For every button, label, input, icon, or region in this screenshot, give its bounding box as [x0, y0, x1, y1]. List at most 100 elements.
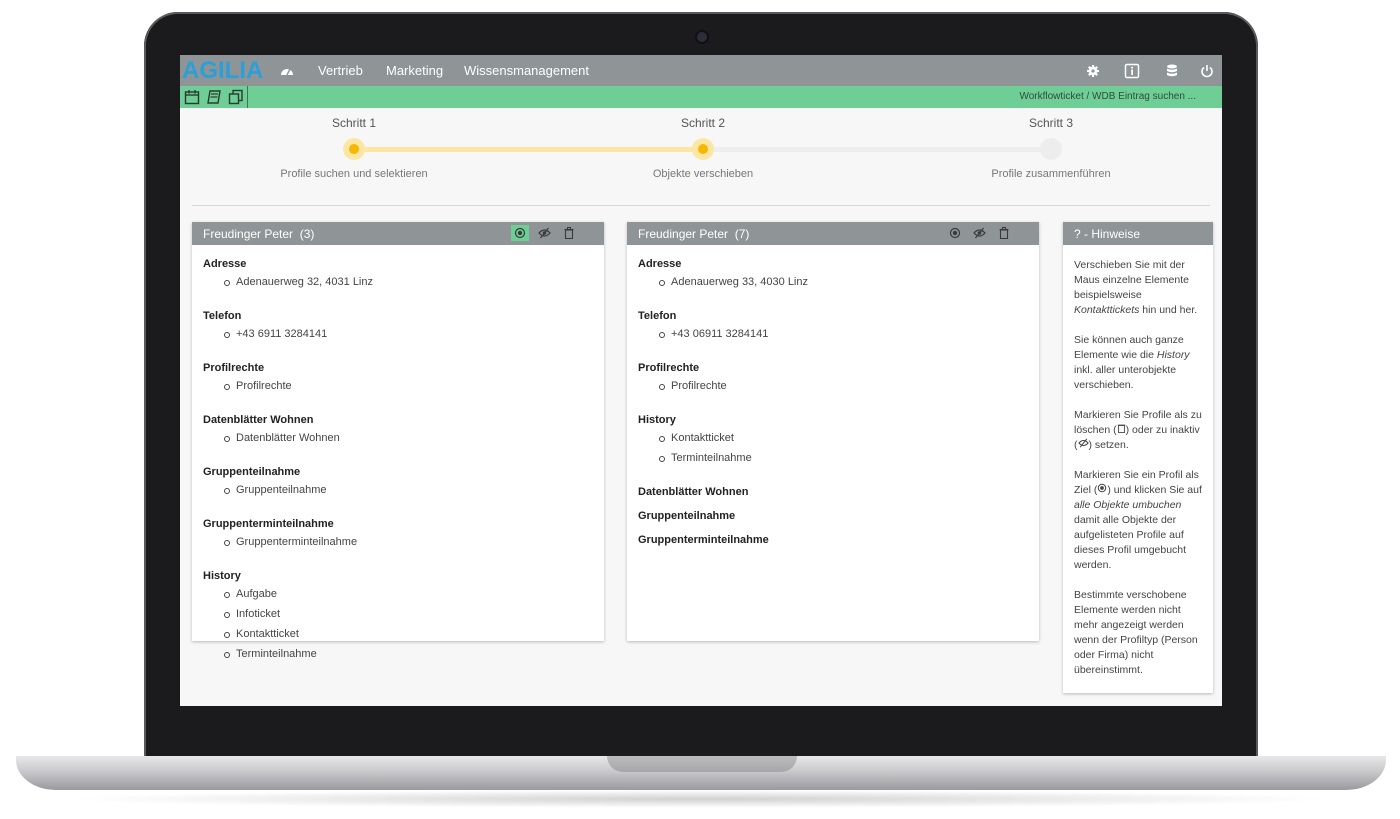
inactive-profile-toggle[interactable] — [536, 225, 554, 241]
section-title[interactable]: Adresse — [203, 258, 593, 274]
hint-paragraph: Bestimmte verschobene Elemente werden ni… — [1074, 589, 1198, 676]
step-progress-line-complete — [354, 147, 703, 152]
hints-body: Verschieben Sie mit der Maus einzelne El… — [1063, 245, 1213, 703]
step-3-indicator[interactable] — [1040, 138, 1062, 160]
section-title[interactable]: Gruppenterminteilnahme — [203, 518, 593, 534]
list-item[interactable]: Profilrechte — [224, 380, 593, 400]
stepper-divider — [192, 205, 1210, 206]
list-item[interactable]: Infoticket — [224, 608, 593, 628]
power-icon[interactable] — [1199, 63, 1215, 79]
section-item-list: Aufgabe Infoticket Kontaktticket Terminteil… — [224, 588, 593, 668]
hints-title: ? - Hinweise — [1074, 227, 1141, 241]
section-item-list: Profilrechte — [224, 380, 593, 400]
list-item[interactable]: Kontaktticket — [659, 432, 1028, 452]
list-item[interactable]: Profilrechte — [659, 380, 1028, 400]
dashboard-icon[interactable] — [280, 65, 294, 76]
profile-panel-body: Adresse Adenauerweg 33, 4030 Linz Telefon +… — [627, 245, 1039, 568]
list-item[interactable]: Adenauerweg 32, 4031 Linz — [224, 276, 593, 296]
step-1-title: Schritt 1 — [331, 116, 376, 130]
section-title[interactable]: Datenblätter Wohnen — [203, 414, 593, 430]
section-title[interactable]: Adresse — [638, 258, 1028, 274]
profile-count: (3) — [299, 227, 315, 241]
hints-panel-header: ? - Hinweise — [1063, 222, 1213, 245]
list-item[interactable]: Terminteilnahme — [224, 648, 593, 668]
section-title[interactable]: History — [203, 570, 593, 586]
target-profile-toggle[interactable] — [511, 225, 530, 241]
section-title[interactable]: Gruppenterminteilnahme — [638, 534, 1028, 550]
eye-slash-icon — [973, 227, 986, 239]
delete-profile-toggle[interactable] — [560, 225, 578, 241]
section-title[interactable]: Gruppenteilnahme — [638, 510, 1028, 526]
step-2-indicator[interactable] — [692, 138, 714, 160]
hint-paragraph: Markieren Sie ein Profil als Ziel () und… — [1074, 469, 1202, 571]
section-title[interactable]: Telefon — [203, 310, 593, 326]
section-item-list: Kontaktticket Terminteilnahme — [659, 432, 1028, 472]
section-title[interactable]: Profilrechte — [203, 362, 593, 378]
step-3-title: Schritt 3 — [1028, 116, 1073, 130]
profile-name: Freudinger Peter — [638, 227, 729, 241]
book-icon[interactable] — [206, 89, 222, 105]
list-item[interactable]: Datenblätter Wohnen — [224, 432, 593, 452]
profile-panel-2[interactable]: Freudinger Peter (7) Adresse Adenauerweg … — [627, 222, 1039, 641]
section-title[interactable]: History — [638, 414, 1028, 430]
action-toolbar: Workflowticket / WDB Eintrag suchen ... — [180, 86, 1222, 108]
target-icon — [515, 227, 526, 239]
profile-panel-header: Freudinger Peter (3) — [192, 222, 604, 245]
info-icon[interactable] — [1124, 63, 1140, 79]
profile-panel-1[interactable]: Freudinger Peter (3) Adresse Adenauerweg … — [192, 222, 604, 660]
list-item[interactable]: Gruppenteilnahme — [224, 484, 593, 504]
list-item[interactable]: Terminteilnahme — [659, 452, 1028, 472]
step-progress-line-pending — [703, 147, 1051, 152]
profile-panel-header: Freudinger Peter (7) — [627, 222, 1039, 245]
laptop-shadow — [60, 790, 1340, 808]
hint-paragraph: Verschieben Sie mit der Maus einzelne El… — [1074, 259, 1198, 316]
section-item-list: +43 6911 3284141 — [224, 328, 593, 348]
copy-icon[interactable] — [228, 89, 244, 105]
list-item[interactable]: Adenauerweg 33, 4030 Linz — [659, 276, 1028, 296]
section-item-list: Adenauerweg 32, 4031 Linz — [224, 276, 593, 296]
nav-vertrieb[interactable]: Vertrieb — [318, 63, 363, 78]
step-3-description: Profile zusammenführen — [991, 168, 1111, 180]
trash-icon — [564, 227, 574, 240]
profile-name: Freudinger Peter — [203, 227, 294, 241]
section-item-list: Gruppenteilnahme — [224, 484, 593, 504]
hint-paragraph: Sie können auch ganze Elemente wie die H… — [1074, 334, 1190, 391]
app-logo[interactable]: AGILIA — [182, 57, 263, 85]
top-navbar: AGILIA Vertrieb Marketing Wissensmanagem… — [180, 55, 1222, 86]
nav-wissensmanagement[interactable]: Wissensmanagement — [464, 63, 589, 78]
step-2-title: Schritt 2 — [680, 116, 725, 130]
section-item-list: +43 06911 3284141 — [659, 328, 1028, 348]
inactive-profile-toggle[interactable] — [971, 225, 989, 241]
profile-count: (7) — [734, 227, 750, 241]
toolbar-separator — [247, 86, 248, 108]
webcam — [697, 32, 707, 42]
list-item[interactable]: +43 06911 3284141 — [659, 328, 1028, 348]
delete-profile-toggle[interactable] — [995, 225, 1013, 241]
database-icon[interactable] — [1164, 63, 1180, 79]
trash-icon — [1117, 424, 1125, 434]
list-item[interactable]: Kontaktticket — [224, 628, 593, 648]
app-screen: AGILIA Vertrieb Marketing Wissensmanagem… — [180, 55, 1222, 706]
profile-panel-body: Adresse Adenauerweg 32, 4031 Linz Telefon +… — [192, 245, 604, 692]
calendar-icon[interactable] — [184, 89, 200, 105]
section-item-list: Gruppenterminteilnahme — [224, 536, 593, 556]
section-title[interactable]: Datenblätter Wohnen — [638, 486, 1028, 502]
nav-marketing[interactable]: Marketing — [386, 63, 443, 78]
hints-panel: ? - Hinweise Verschieben Sie mit der Mau… — [1063, 222, 1213, 693]
eye-slash-icon — [1077, 438, 1089, 448]
section-item-list: Profilrechte — [659, 380, 1028, 400]
section-title[interactable]: Gruppenteilnahme — [203, 466, 593, 482]
eye-slash-icon — [538, 227, 551, 239]
list-item[interactable]: +43 6911 3284141 — [224, 328, 593, 348]
list-item[interactable]: Aufgabe — [224, 588, 593, 608]
breadcrumb[interactable]: Workflowticket / WDB Eintrag suchen ... — [1019, 91, 1196, 102]
target-profile-toggle[interactable] — [946, 225, 964, 241]
step-1-indicator[interactable] — [343, 138, 365, 160]
list-item[interactable]: Gruppenterminteilnahme — [224, 536, 593, 556]
target-icon — [1098, 483, 1107, 493]
step-2-description: Objekte verschieben — [652, 168, 754, 180]
section-title[interactable]: Telefon — [638, 310, 1028, 326]
section-item-list: Datenblätter Wohnen — [224, 432, 593, 452]
section-title[interactable]: Profilrechte — [638, 362, 1028, 378]
gear-icon[interactable] — [1085, 63, 1101, 79]
